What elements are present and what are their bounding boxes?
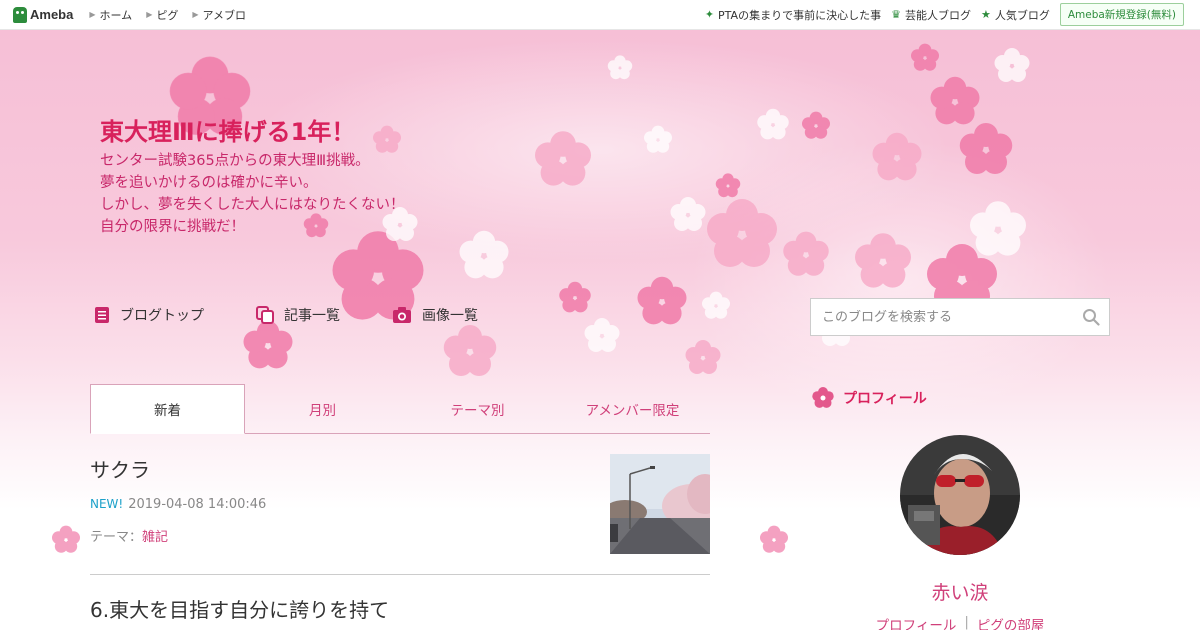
nav-home[interactable]: ▶ ホーム: [89, 7, 132, 23]
profile-link[interactable]: プロフィール: [876, 614, 957, 630]
blog-search: [810, 298, 1110, 336]
copy-icon: [256, 306, 274, 324]
star-icon: ★: [980, 8, 991, 21]
profile-heading-label: プロフィール: [843, 391, 927, 407]
nav-home-label: ホーム: [99, 8, 133, 22]
trend-link-label: PTAの集まりで事前に決心した事: [718, 8, 882, 22]
pigg-room-link[interactable]: ピグの部屋: [977, 614, 1045, 630]
article-item: サクラ NEW! 2019-04-08 14:00:46 テーマ：雑記: [90, 454, 710, 575]
global-nav: ▶ ホーム ▶ ピグ ▶ アメブロ: [89, 7, 260, 23]
avatar[interactable]: [900, 435, 1020, 555]
tab-monthly[interactable]: 月別: [245, 384, 400, 433]
search-input[interactable]: [811, 309, 1082, 325]
article-tabs: 新着 月別 テーマ別 アメンバー限定: [90, 384, 710, 434]
blog-nav: ブログトップ 記事一覧 画像一覧: [94, 305, 530, 325]
article-title[interactable]: 6.東大を目指す自分に誇りを持て: [90, 594, 710, 623]
ameba-logo-icon: [13, 6, 27, 23]
nav-pigg[interactable]: ▶ ピグ: [146, 7, 178, 23]
nav-ameblo-label: アメブロ: [202, 8, 246, 22]
ameba-logo-text: Ameba: [30, 7, 74, 22]
new-badge: NEW!: [90, 497, 124, 511]
signup-button[interactable]: Ameba新規登録(無料): [1059, 3, 1184, 26]
trend-link[interactable]: ✦ PTAの集まりで事前に決心した事: [705, 7, 881, 23]
caret-right-icon: ▶: [146, 10, 153, 19]
global-header: Ameba ▶ ホーム ▶ ピグ ▶ アメブロ ✦ PTAの集まりで事前に決心した事 ♛…: [0, 0, 1200, 30]
link-separator: |: [964, 614, 969, 630]
theme-link[interactable]: 雑記: [142, 530, 168, 545]
sakura-street-photo: [610, 454, 710, 554]
sakura-icon: [812, 387, 834, 408]
celebrity-blog-link[interactable]: ♛ 芸能人ブログ: [891, 7, 971, 23]
document-icon: [95, 307, 109, 323]
celebrity-blog-label: 芸能人ブログ: [904, 8, 971, 22]
blog-title[interactable]: 東大理Ⅲに捧げる1年！: [100, 112, 355, 147]
caret-right-icon: ▶: [192, 10, 199, 19]
tab-amember[interactable]: アメンバー限定: [555, 384, 710, 433]
popular-blog-label: 人気ブログ: [994, 8, 1050, 22]
header-right-links: ✦ PTAの集まりで事前に決心した事 ♛ 芸能人ブログ ★ 人気ブログ Ameba新規…: [705, 3, 1200, 26]
ameba-logo[interactable]: Ameba: [13, 6, 74, 23]
article-datetime: 2019-04-08 14:00:46: [128, 497, 267, 512]
blog-top-label: ブログトップ: [120, 308, 204, 324]
tab-latest[interactable]: 新着: [90, 384, 245, 434]
profile-name[interactable]: 赤い涙: [860, 578, 1060, 605]
article-item: 6.東大を目指す自分に誇りを持て: [90, 594, 710, 623]
article-list-link[interactable]: 記事一覧: [256, 305, 340, 325]
blog-description: センター試験365点からの東大理Ⅲ挑戦。 夢を追いかけるのは確かに辛い。 しかし…: [100, 153, 405, 235]
blog-top-link[interactable]: ブログトップ: [94, 305, 204, 325]
sparkle-icon: ✦: [704, 8, 715, 21]
article-thumbnail[interactable]: [610, 454, 710, 554]
search-icon[interactable]: [1082, 308, 1100, 326]
nav-ameblo[interactable]: ▶ アメブロ: [192, 7, 246, 23]
image-list-label: 画像一覧: [422, 308, 478, 324]
camera-icon: [393, 307, 411, 323]
profile-avatar-image: [900, 435, 1020, 555]
tab-theme[interactable]: テーマ別: [400, 384, 555, 433]
profile-heading: プロフィール: [811, 386, 927, 410]
image-list-link[interactable]: 画像一覧: [392, 305, 478, 325]
theme-label: テーマ：: [90, 530, 143, 545]
article-list-label: 記事一覧: [284, 308, 340, 324]
popular-blog-link[interactable]: ★ 人気ブログ: [981, 7, 1050, 23]
crown-icon: ♛: [891, 8, 901, 21]
nav-pigg-label: ピグ: [156, 8, 179, 22]
profile-links: プロフィール | ピグの部屋: [860, 614, 1060, 630]
caret-right-icon: ▶: [89, 10, 96, 19]
